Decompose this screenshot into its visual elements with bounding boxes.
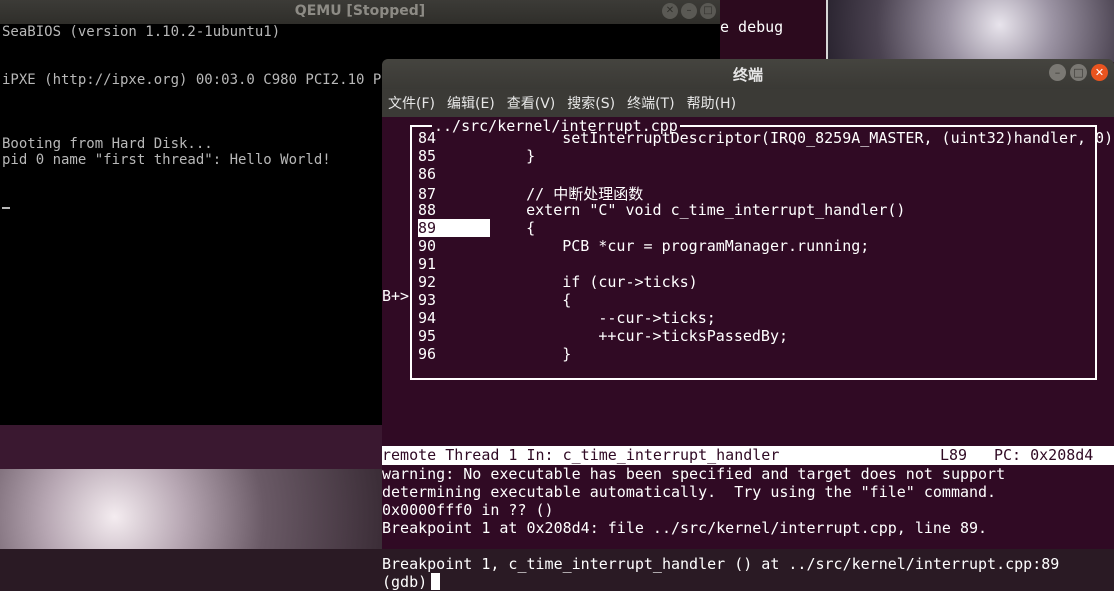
line-code: --cur->ticks; bbox=[490, 309, 716, 327]
close-icon[interactable]: ✕ bbox=[662, 3, 678, 19]
line-number: 96 bbox=[418, 345, 437, 363]
source-line: 86 bbox=[418, 165, 490, 183]
source-line: 87 // 中断处理函数 bbox=[418, 183, 643, 203]
menu-edit[interactable]: 编辑(E) bbox=[447, 93, 495, 113]
background-terminal-border bbox=[826, 0, 828, 62]
source-line: 94 --cur->ticks; bbox=[418, 309, 716, 327]
qemu-window-title: QEMU [Stopped] bbox=[294, 3, 426, 19]
line-number: 93 bbox=[418, 291, 437, 309]
status-thread: remote Thread 1 In: c_time_interrupt_han… bbox=[382, 446, 780, 464]
menu-terminal[interactable]: 终端(T) bbox=[627, 93, 674, 113]
source-line-current: 89 { bbox=[418, 219, 535, 237]
line-code: extern "C" void c_time_interrupt_handler… bbox=[490, 201, 906, 219]
gdb-output-line: Breakpoint 1, c_time_interrupt_handler (… bbox=[382, 555, 1060, 573]
gdb-output-line: Breakpoint 1 at 0x208d4: file ../src/ker… bbox=[382, 519, 988, 537]
text-cursor bbox=[2, 207, 10, 209]
menu-file[interactable]: 文件(F) bbox=[388, 93, 435, 113]
line-code: ++cur->ticksPassedBy; bbox=[490, 327, 789, 345]
background-terminal-text: e debug bbox=[720, 18, 784, 36]
line-number: 88 bbox=[418, 201, 437, 219]
gdb-status-bar: remote Thread 1 In: c_time_interrupt_han… bbox=[382, 446, 1114, 465]
source-line: 84 setInterruptDescriptor(IRQ0_8259A_MAS… bbox=[418, 129, 1114, 147]
line-number: 90 bbox=[418, 237, 437, 255]
gdb-command-input[interactable]: (gdb) bbox=[382, 573, 441, 591]
terminal-window[interactable]: 终端 – □ ✕ 文件(F) 编辑(E) 查看(V) 搜索(S) 终端(T) 帮… bbox=[382, 59, 1114, 591]
line-number: 95 bbox=[418, 327, 437, 345]
terminal-window-title: 终端 bbox=[732, 66, 763, 84]
line-code: { bbox=[490, 291, 572, 309]
source-line: 91 bbox=[418, 255, 490, 273]
line-number: 85 bbox=[418, 147, 437, 165]
line-number: 84 bbox=[418, 129, 437, 147]
text-cursor bbox=[431, 573, 441, 590]
status-program-counter: PC: 0x208d4 bbox=[994, 446, 1094, 464]
line-code: { bbox=[490, 219, 536, 237]
source-window[interactable]: ../src/kernel/interrupt.cpp 84 setInterr… bbox=[410, 118, 1114, 380]
terminal-content[interactable]: B+> ../src/kernel/interrupt.cpp 84 setIn… bbox=[382, 117, 1114, 591]
line-code: } bbox=[490, 345, 572, 363]
source-line: 96 } bbox=[418, 345, 571, 363]
gdb-output-line: determining executable automatically. Tr… bbox=[382, 483, 997, 501]
maximize-icon[interactable]: □ bbox=[700, 3, 716, 19]
line-number: 89 bbox=[418, 219, 490, 237]
qemu-line: SeaBIOS (version 1.10.2-1ubuntu1) bbox=[2, 24, 281, 40]
line-code: } bbox=[490, 147, 536, 165]
source-line: 85 } bbox=[418, 147, 535, 165]
line-number: 92 bbox=[418, 273, 437, 291]
source-line: 90 PCB *cur = programManager.running; bbox=[418, 237, 869, 255]
line-code: PCB *cur = programManager.running; bbox=[490, 237, 870, 255]
menu-help[interactable]: 帮助(H) bbox=[687, 93, 736, 113]
menu-bar: 文件(F) 编辑(E) 查看(V) 搜索(S) 终端(T) 帮助(H) bbox=[382, 89, 1114, 117]
menu-view[interactable]: 查看(V) bbox=[507, 93, 556, 113]
line-code: if (cur->ticks) bbox=[490, 273, 698, 291]
minimize-icon[interactable]: – bbox=[1049, 64, 1066, 81]
line-number: 94 bbox=[418, 309, 437, 327]
line-number: 91 bbox=[418, 255, 437, 273]
qemu-line: Booting from Hard Disk... bbox=[2, 136, 213, 152]
qemu-line: pid 0 name "first thread": Hello World! bbox=[2, 152, 331, 168]
source-line: 92 if (cur->ticks) bbox=[418, 273, 698, 291]
close-icon[interactable]: ✕ bbox=[1091, 64, 1108, 81]
desktop-wallpaper-lower bbox=[0, 469, 382, 549]
minimize-icon[interactable]: – bbox=[681, 3, 697, 19]
status-line-number: L89 bbox=[940, 446, 968, 464]
gdb-prompt: (gdb) bbox=[382, 573, 428, 591]
source-line: 88 extern "C" void c_time_interrupt_hand… bbox=[418, 201, 905, 219]
menu-search[interactable]: 搜索(S) bbox=[567, 93, 615, 113]
source-line: 95 ++cur->ticksPassedBy; bbox=[418, 327, 788, 345]
source-line: 93 { bbox=[418, 291, 571, 309]
desktop-wallpaper bbox=[828, 0, 1114, 62]
breakpoint-marker: B+> bbox=[382, 287, 410, 305]
line-code: setInterruptDescriptor(IRQ0_8259A_MASTER… bbox=[490, 129, 1114, 147]
terminal-titlebar[interactable]: 终端 – □ ✕ bbox=[382, 59, 1114, 89]
line-number: 86 bbox=[418, 165, 437, 183]
maximize-icon[interactable]: □ bbox=[1070, 64, 1087, 81]
qemu-titlebar[interactable]: QEMU [Stopped] ✕ – □ bbox=[0, 0, 720, 24]
gdb-output-line: 0x0000fff0 in ?? () bbox=[382, 501, 554, 519]
background-window-strip bbox=[0, 425, 382, 469]
gdb-output-line: warning: No executable has been specifie… bbox=[382, 465, 1006, 483]
